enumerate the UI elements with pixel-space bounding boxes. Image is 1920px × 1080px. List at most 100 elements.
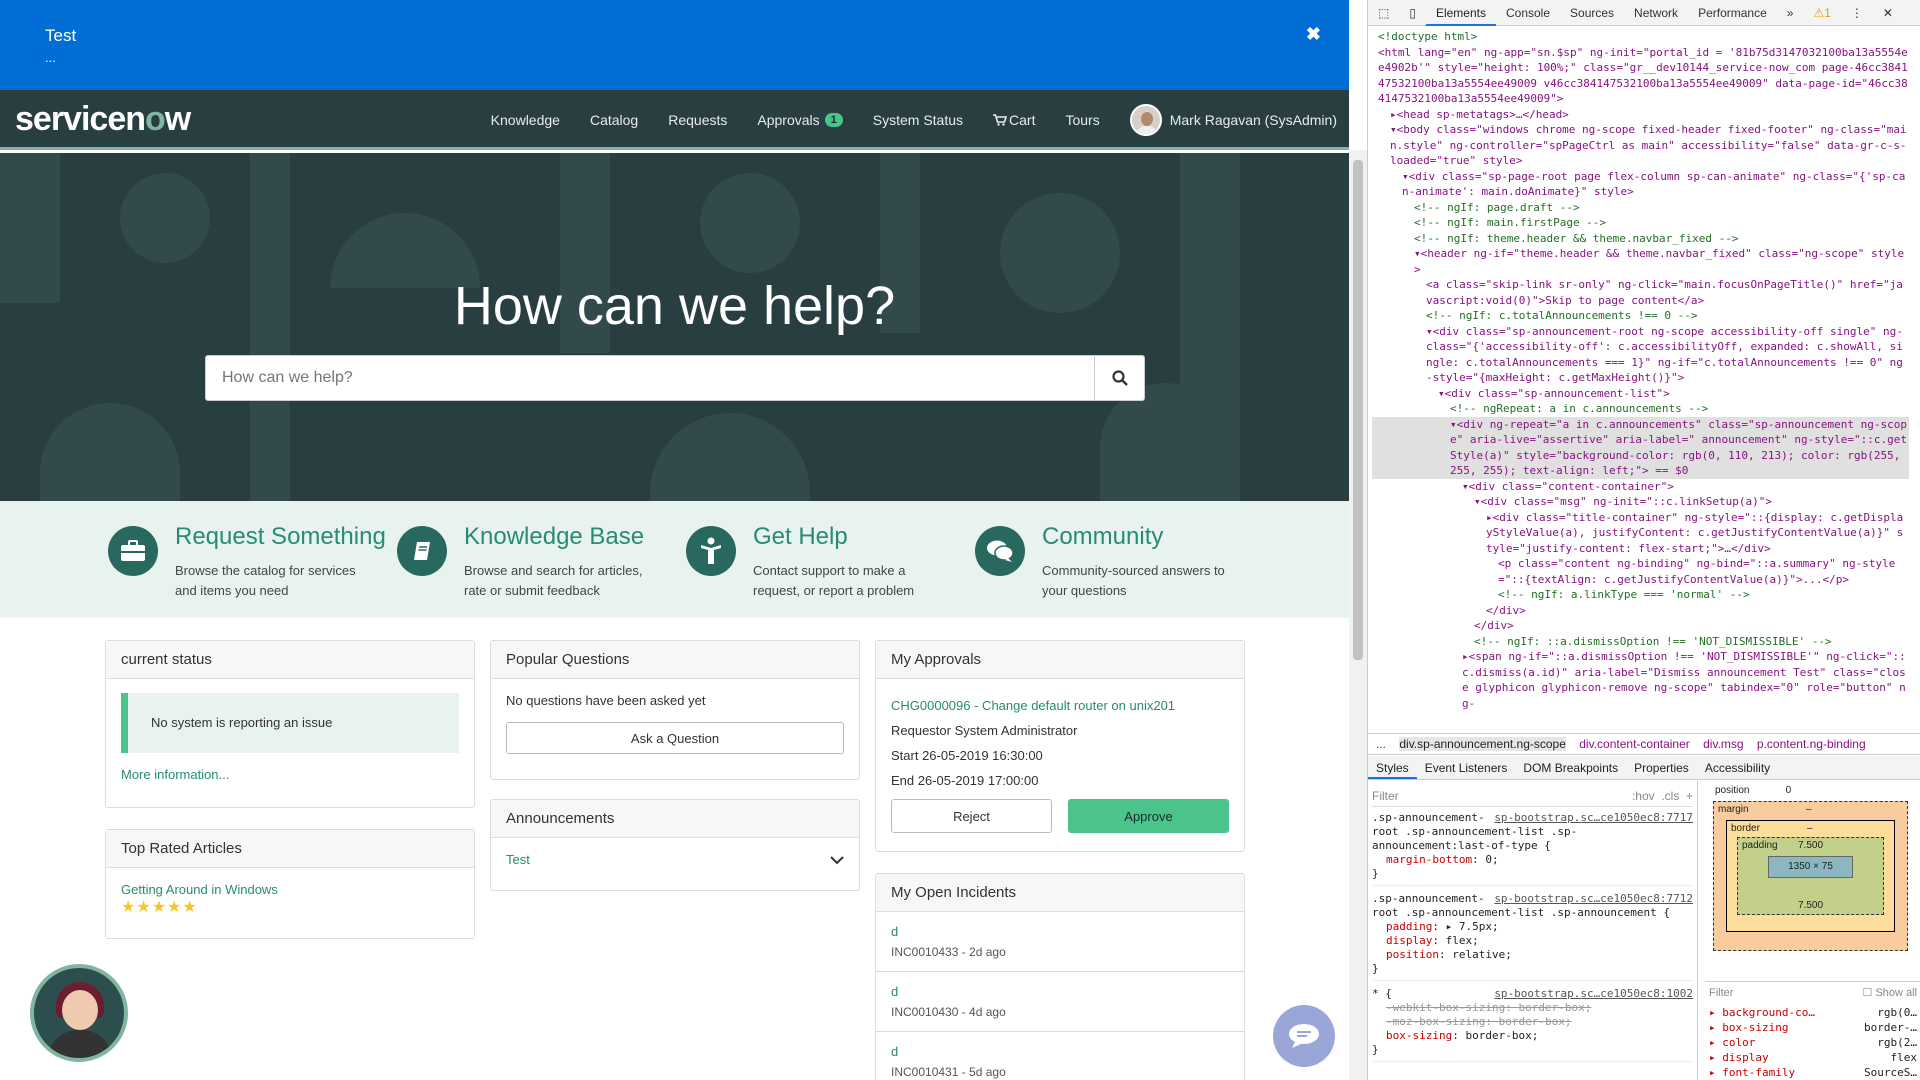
kebab-menu-icon[interactable]: ⋮ [1841, 0, 1873, 26]
tab-performance[interactable]: Performance [1688, 0, 1777, 26]
css-property[interactable]: -moz-box-sizing: border-box; [1372, 1015, 1693, 1029]
css-property[interactable]: box-sizing: border-box; [1372, 1029, 1693, 1043]
new-rule-button[interactable]: + [1686, 789, 1693, 803]
dom-node[interactable]: <!-- ngIf: c.totalAnnouncements !== 0 --… [1372, 308, 1909, 324]
hov-toggle[interactable]: :hov [1632, 789, 1655, 803]
show-all-checkbox[interactable]: ☐ Show all [1863, 986, 1918, 1001]
reject-button[interactable]: Reject [891, 799, 1052, 833]
dom-node[interactable]: <!-- ngIf: main.firstPage --> [1372, 215, 1909, 231]
list-item[interactable]: d INC0010431 - 5d ago [876, 1032, 1244, 1080]
css-source-link[interactable]: sp-bootstrap.sc…ce1050ec8:7712 [1494, 892, 1693, 906]
tab-console[interactable]: Console [1496, 0, 1560, 26]
dom-node[interactable]: ▾<body class="windows chrome ng-scope fi… [1372, 122, 1909, 169]
computed-property[interactable]: ▸ background-co… rgb(0… [1709, 1005, 1917, 1020]
css-rule[interactable]: sp-bootstrap.sc…ce1050ec8:1002 * {-webkit… [1372, 987, 1693, 1062]
change-request-link[interactable]: CHG0000096 - Change default router on un… [891, 693, 1229, 718]
breadcrumb-item[interactable]: p.content.ng-binding [1757, 737, 1866, 751]
feature-title[interactable]: Request Something [175, 523, 386, 551]
search-input[interactable] [206, 356, 1094, 400]
dom-node[interactable]: ▾<div class="sp-announcement-list"> [1372, 386, 1909, 402]
chat-button[interactable] [1273, 1005, 1335, 1067]
dom-node[interactable]: <html lang="en" ng-app="sn.$sp" ng-init=… [1372, 45, 1909, 107]
nav-cart[interactable]: Cart [993, 112, 1035, 128]
breadcrumb-item[interactable]: div.content-container [1579, 737, 1690, 751]
close-icon[interactable]: ✖ [1306, 24, 1321, 45]
servicenow-logo[interactable]: servicenow [15, 100, 191, 139]
tab-sources[interactable]: Sources [1560, 0, 1624, 26]
dom-node[interactable]: <p class="content ng-binding" ng-bind=":… [1372, 556, 1909, 587]
computed-property[interactable]: ▸ box-sizing border-… [1709, 1020, 1917, 1035]
tab-accessibility[interactable]: Accessibility [1697, 756, 1778, 779]
feature-title[interactable]: Knowledge Base [464, 523, 644, 551]
dom-node[interactable]: <!-- ngRepeat: a in c.announcements --> [1372, 401, 1909, 417]
user-menu[interactable]: Mark Ragavan (SysAdmin) [1129, 104, 1337, 136]
tab-styles[interactable]: Styles [1368, 756, 1417, 779]
tab-elements[interactable]: Elements [1425, 0, 1496, 26]
dom-tree[interactable]: <!doctype html> <html lang="en" ng-app="s… [1368, 27, 1913, 732]
dom-node[interactable]: ▾<div ng-repeat="a in c.announcements" c… [1372, 416, 1909, 479]
dom-node[interactable]: </div> [1372, 618, 1909, 634]
dom-node[interactable]: ▾<div class="content-container"> [1372, 479, 1909, 495]
css-property[interactable]: margin-bottom: 0; [1372, 853, 1693, 867]
nav-system-status[interactable]: System Status [873, 112, 963, 128]
computed-property[interactable]: ▸ display flex [1709, 1050, 1917, 1065]
nav-catalog[interactable]: Catalog [590, 112, 638, 128]
breadcrumb-item[interactable]: ... [1376, 737, 1386, 751]
close-devtools-icon[interactable]: ✕ [1873, 0, 1903, 26]
dom-node[interactable]: </div> [1372, 603, 1909, 619]
dom-node[interactable]: ▾<div class="sp-page-root page flex-colu… [1372, 169, 1909, 200]
list-item[interactable]: d INC0010430 - 4d ago [876, 972, 1244, 1032]
css-rule[interactable]: sp-bootstrap.sc…ce1050ec8:7712 .sp-announ… [1372, 892, 1693, 981]
article-link[interactable]: Getting Around in Windows [121, 882, 459, 897]
tab-dom-breakpoints[interactable]: DOM Breakpoints [1515, 756, 1626, 779]
list-item[interactable]: d INC0010433 - 2d ago [876, 912, 1244, 972]
tab-event-listeners[interactable]: Event Listeners [1417, 756, 1516, 779]
nav-requests[interactable]: Requests [668, 112, 727, 128]
approve-button[interactable]: Approve [1068, 799, 1229, 833]
nav-knowledge[interactable]: Knowledge [491, 112, 560, 128]
computed-property[interactable]: ▸ color rgb(2… [1709, 1035, 1917, 1050]
dom-node[interactable]: <!doctype html> [1372, 29, 1909, 45]
nav-approvals[interactable]: Approvals 1 [757, 112, 843, 128]
page-scrollbar[interactable] [1349, 150, 1367, 1080]
css-property[interactable]: position: relative; [1372, 948, 1693, 962]
tab-properties[interactable]: Properties [1626, 756, 1697, 779]
css-source-link[interactable]: sp-bootstrap.sc…ce1050ec8:1002 [1494, 987, 1693, 1001]
css-rule[interactable]: sp-bootstrap.sc…ce1050ec8:7717 .sp-announ… [1372, 811, 1693, 886]
dom-node[interactable]: ▾<div class="sp-announcement-root ng-sco… [1372, 324, 1909, 386]
dom-node[interactable]: <!-- ngIf: ::a.dismissOption !== 'NOT_DI… [1372, 634, 1909, 650]
breadcrumb-item[interactable]: div.msg [1703, 737, 1743, 751]
virtual-agent-avatar[interactable] [30, 964, 128, 1062]
computed-filter-input[interactable]: Filter [1709, 986, 1733, 1001]
warning-icon[interactable]: ⚠1 [1803, 0, 1840, 26]
dom-node[interactable]: ▸<div class="title-container" ng-style="… [1372, 510, 1909, 557]
dom-node[interactable]: ▸<span ng-if="::a.dismissOption !== 'NOT… [1372, 649, 1909, 711]
css-property[interactable]: -webkit-box-sizing: border-box; [1372, 1001, 1693, 1015]
dom-node[interactable]: <!-- ngIf: page.draft --> [1372, 200, 1909, 216]
tab-network[interactable]: Network [1624, 0, 1688, 26]
dom-node[interactable]: ▾<header ng-if="theme.header && theme.na… [1372, 246, 1909, 277]
more-information-link[interactable]: More information... [121, 767, 459, 782]
device-toolbar-icon[interactable]: ▯ [1399, 0, 1426, 26]
dom-node[interactable]: <a class="skip-link sr-only" ng-click="m… [1372, 277, 1909, 308]
css-source-link[interactable]: sp-bootstrap.sc…ce1050ec8:7717 [1494, 811, 1693, 825]
inspect-icon[interactable]: ⬚ [1368, 0, 1399, 26]
cls-toggle[interactable]: .cls [1661, 789, 1679, 803]
search-button[interactable] [1094, 356, 1144, 400]
dom-node[interactable]: ▾<div class="msg" ng-init="::c.linkSetup… [1372, 494, 1909, 510]
dom-node[interactable]: <!-- ngIf: a.linkType === 'normal' --> [1372, 587, 1909, 603]
feature-title[interactable]: Get Help [753, 523, 848, 551]
chevron-down-icon[interactable] [830, 855, 844, 865]
styles-filter-input[interactable]: Filter [1372, 789, 1399, 803]
feature-title[interactable]: Community [1042, 523, 1163, 551]
css-property[interactable]: display: flex; [1372, 934, 1693, 948]
computed-property[interactable]: ▸ font-family SourceS… [1709, 1065, 1917, 1080]
announcement-item[interactable]: Test [506, 852, 530, 867]
breadcrumb-item[interactable]: div.sp-announcement.ng-scope [1399, 737, 1566, 751]
dom-node[interactable]: ▸<head sp-metatags>…</head> [1372, 107, 1909, 123]
ask-question-button[interactable]: Ask a Question [506, 722, 844, 754]
more-tabs-button[interactable]: » [1777, 0, 1804, 26]
css-property[interactable]: padding: ▸ 7.5px; [1372, 920, 1693, 934]
nav-tours[interactable]: Tours [1065, 112, 1099, 128]
dom-node[interactable]: <!-- ngIf: theme.header && theme.navbar_… [1372, 231, 1909, 247]
